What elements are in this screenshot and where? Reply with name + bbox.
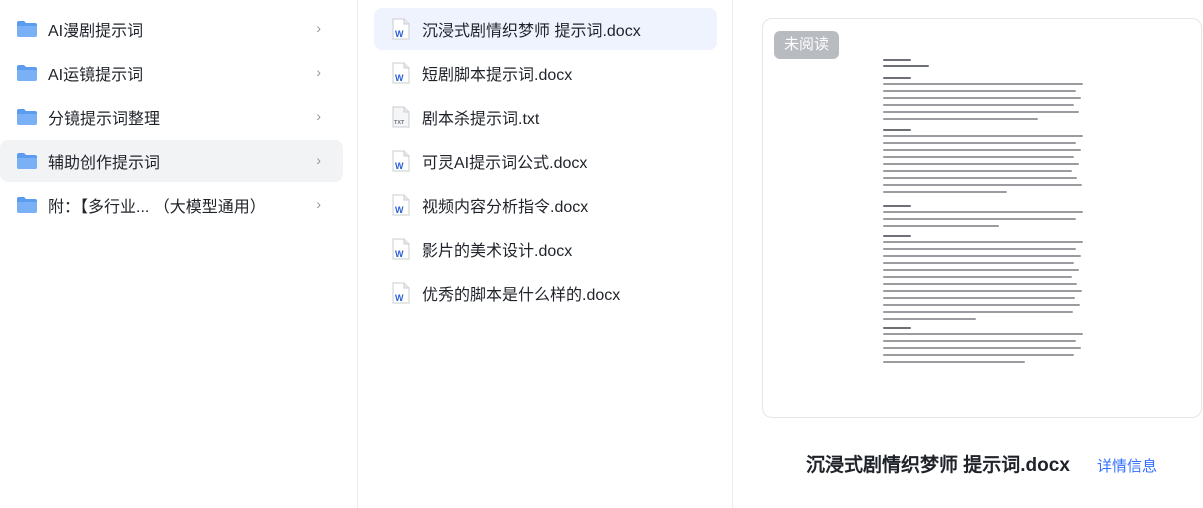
- doc-text-line: [883, 135, 1083, 137]
- doc-text-line: [883, 184, 1082, 186]
- word-doc-icon: W: [392, 150, 410, 172]
- doc-heading-line: [883, 129, 911, 131]
- chevron-right-icon: ›: [316, 20, 321, 36]
- doc-text-line: [883, 333, 1083, 335]
- folders-divider: [357, 0, 358, 508]
- chevron-right-icon: ›: [316, 196, 321, 212]
- doc-heading-line: [883, 327, 911, 329]
- doc-text-line: [883, 354, 1074, 356]
- doc-heading-line: [883, 205, 911, 207]
- document-preview[interactable]: 未阅读: [762, 18, 1202, 418]
- doc-text-line: [883, 142, 1076, 144]
- doc-text-line: [883, 225, 999, 227]
- doc-text-line: [883, 297, 1075, 299]
- doc-text-line: [883, 241, 1083, 243]
- folder-label: 辅助创作提示词: [48, 155, 161, 172]
- doc-text-line: [883, 191, 1007, 193]
- folder-icon: [16, 108, 38, 126]
- svg-text:W: W: [395, 73, 404, 83]
- doc-text-line: [883, 156, 1074, 158]
- folder-item[interactable]: AI漫剧提示词 ›: [0, 8, 343, 50]
- doc-text-line: [883, 177, 1077, 179]
- doc-text-line: [883, 318, 976, 320]
- doc-text-line: [883, 170, 1072, 172]
- folder-label: AI运镜提示词: [48, 67, 144, 84]
- doc-text-line: [883, 104, 1074, 106]
- doc-text-line: [883, 361, 1025, 363]
- doc-text-line: [883, 311, 1073, 313]
- folder-item[interactable]: 分镜提示词整理 ›: [0, 96, 343, 138]
- doc-text-line: [883, 276, 1072, 278]
- svg-text:W: W: [395, 293, 404, 303]
- file-label: 影片的美术设计.docx: [422, 243, 573, 260]
- file-item-selected[interactable]: W 沉浸式剧情织梦师 提示词.docx: [374, 8, 717, 50]
- svg-text:W: W: [395, 205, 404, 215]
- folder-label: 附：【多行业... （大模型通用）: [48, 199, 266, 216]
- file-item[interactable]: W 视频内容分析指令.docx: [374, 184, 717, 226]
- folder-icon: [16, 196, 38, 214]
- txt-file-icon: TXT: [392, 106, 410, 128]
- doc-text-line: [883, 218, 1076, 220]
- svg-text:TXT: TXT: [394, 120, 405, 126]
- word-doc-icon: W: [392, 18, 410, 40]
- doc-text-line: [883, 304, 1080, 306]
- doc-text-line: [883, 340, 1076, 342]
- folder-icon: [16, 20, 38, 38]
- folder-label: 分镜提示词整理: [48, 111, 161, 128]
- doc-text-line: [883, 118, 1038, 120]
- svg-text:W: W: [395, 29, 404, 39]
- doc-text-line: [883, 163, 1079, 165]
- files-divider: [732, 0, 733, 508]
- doc-text-line: [883, 83, 1083, 85]
- doc-text-line: [883, 269, 1079, 271]
- word-doc-icon: W: [392, 282, 410, 304]
- doc-text-line: [883, 149, 1081, 151]
- word-doc-icon: W: [392, 194, 410, 216]
- doc-text-line: [883, 211, 1083, 213]
- doc-text-line: [883, 90, 1076, 92]
- chevron-right-icon: ›: [316, 64, 321, 80]
- detail-info-link[interactable]: 详情信息: [1097, 455, 1157, 476]
- doc-text-line: [883, 255, 1081, 257]
- file-item[interactable]: W 可灵AI提示词公式.docx: [374, 140, 717, 182]
- svg-text:W: W: [395, 249, 404, 259]
- doc-text-line: [883, 97, 1081, 99]
- file-list: W 沉浸式剧情织梦师 提示词.docx W 短剧脚本提示词.docx TXT 剧…: [374, 8, 717, 316]
- unread-badge: 未阅读: [774, 31, 840, 59]
- folder-label: AI漫剧提示词: [48, 23, 144, 40]
- document-thumbnail: [883, 55, 1088, 395]
- folder-list: AI漫剧提示词 › AI运镜提示词 › 分镜提示词整理 › 辅助创作提示词 › …: [0, 8, 343, 228]
- file-item[interactable]: W 影片的美术设计.docx: [374, 228, 717, 270]
- preview-file-title: 沉浸式剧情织梦师 提示词.docx: [806, 455, 1070, 476]
- file-item[interactable]: TXT 剧本杀提示词.txt: [374, 96, 717, 138]
- doc-text-line: [883, 111, 1079, 113]
- chevron-right-icon: ›: [316, 152, 321, 168]
- doc-text-line: [883, 248, 1076, 250]
- doc-heading-line: [883, 65, 929, 67]
- doc-text-line: [883, 347, 1081, 349]
- file-label: 沉浸式剧情织梦师 提示词.docx: [422, 23, 641, 40]
- doc-heading-line: [883, 235, 911, 237]
- doc-text-line: [883, 262, 1074, 264]
- folder-item[interactable]: AI运镜提示词 ›: [0, 52, 343, 94]
- file-label: 短剧脚本提示词.docx: [422, 67, 573, 84]
- folder-icon: [16, 64, 38, 82]
- chevron-right-icon: ›: [316, 108, 321, 124]
- folder-item-selected[interactable]: 辅助创作提示词 ›: [0, 140, 343, 182]
- folder-icon: [16, 152, 38, 170]
- folder-item[interactable]: 附：【多行业... （大模型通用） ›: [0, 184, 343, 226]
- doc-text-line: [883, 290, 1082, 292]
- file-label: 优秀的脚本是什么样的.docx: [422, 287, 621, 304]
- svg-text:W: W: [395, 161, 404, 171]
- file-label: 剧本杀提示词.txt: [422, 111, 540, 128]
- doc-heading-line: [883, 77, 911, 79]
- file-item[interactable]: W 短剧脚本提示词.docx: [374, 52, 717, 94]
- file-label: 可灵AI提示词公式.docx: [422, 155, 588, 172]
- word-doc-icon: W: [392, 238, 410, 260]
- doc-heading-line: [883, 59, 911, 61]
- word-doc-icon: W: [392, 62, 410, 84]
- file-item[interactable]: W 优秀的脚本是什么样的.docx: [374, 272, 717, 314]
- doc-text-line: [883, 283, 1077, 285]
- file-label: 视频内容分析指令.docx: [422, 199, 589, 216]
